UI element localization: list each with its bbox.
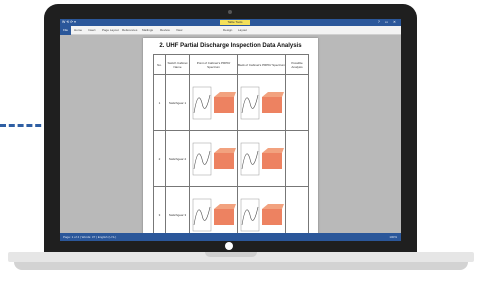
webcam [228,10,232,14]
laptop-power-button [225,242,233,250]
word-titlebar: W ⟲ ⟳ ▾ Table Tools ? ▭ ✕ [60,19,401,26]
header-no: No. [153,54,166,75]
table-row: 1 Switchgear 1 [153,74,309,131]
analysis-cell [285,74,309,131]
tab-design[interactable]: Design [223,26,232,35]
document-title: 2. UHF Partial Discharge Inspection Data… [159,43,302,49]
row-number: 2 [153,130,166,187]
window-controls[interactable]: ? ▭ ✕ [378,20,398,24]
zoom-level[interactable]: 100% [389,235,397,239]
contextual-tab-table-tools: Table Tools [220,20,250,25]
connector-dash-line [0,124,50,127]
ribbon-tabs: File Home Insert Page Layout References … [60,26,401,35]
document-page[interactable]: 2. UHF Partial Discharge Inspection Data… [143,38,318,241]
prpd-thumbnail [189,74,238,131]
table-row: 2 Switchgear 2 [153,130,309,187]
tab-layout[interactable]: Layout [238,26,247,35]
tab-review[interactable]: Review [160,26,170,35]
header-switch-cabinet-name: Switch Cabinet Name [165,54,190,75]
header-point-of-cabinet: Point of Cabinet's PRPD/ Spectrum [189,54,238,75]
laptop-base-bottom [14,262,468,270]
tab-view[interactable]: View [176,26,182,35]
laptop-notch [205,252,257,257]
header-back-of-cabinet: Back of Cabinet's PRPD/ Spectrum [237,54,286,75]
word-statusbar: Page: 1 of 4 | Words: 37 | English (U.S.… [60,233,401,241]
row-switchgear-name: Switchgear 1 [165,74,190,131]
tab-references[interactable]: References [122,26,137,35]
analysis-cell [285,130,309,187]
tab-home[interactable]: Home [74,26,82,35]
status-page-info: Page: 1 of 4 | Words: 37 | English (U.S.… [63,235,117,239]
laptop-screen: W ⟲ ⟳ ▾ Table Tools ? ▭ ✕ File Home Inse… [60,19,401,241]
tab-page-layout[interactable]: Page Layout [102,26,119,35]
inspection-table: No. Switch Cabinet Name Point of Cabinet… [153,54,309,241]
tab-file[interactable]: File [60,26,71,35]
tab-insert[interactable]: Insert [88,26,96,35]
prpd-thumbnail [189,130,238,187]
row-switchgear-name: Switchgear 2 [165,130,190,187]
prpd-thumbnail [237,74,286,131]
quick-access-toolbar[interactable]: W ⟲ ⟳ ▾ [62,20,76,24]
row-number: 1 [153,74,166,131]
header-possible-analysis: Possible Analysis [285,54,309,75]
prpd-thumbnail [237,130,286,187]
tab-mailings[interactable]: Mailings [142,26,153,35]
